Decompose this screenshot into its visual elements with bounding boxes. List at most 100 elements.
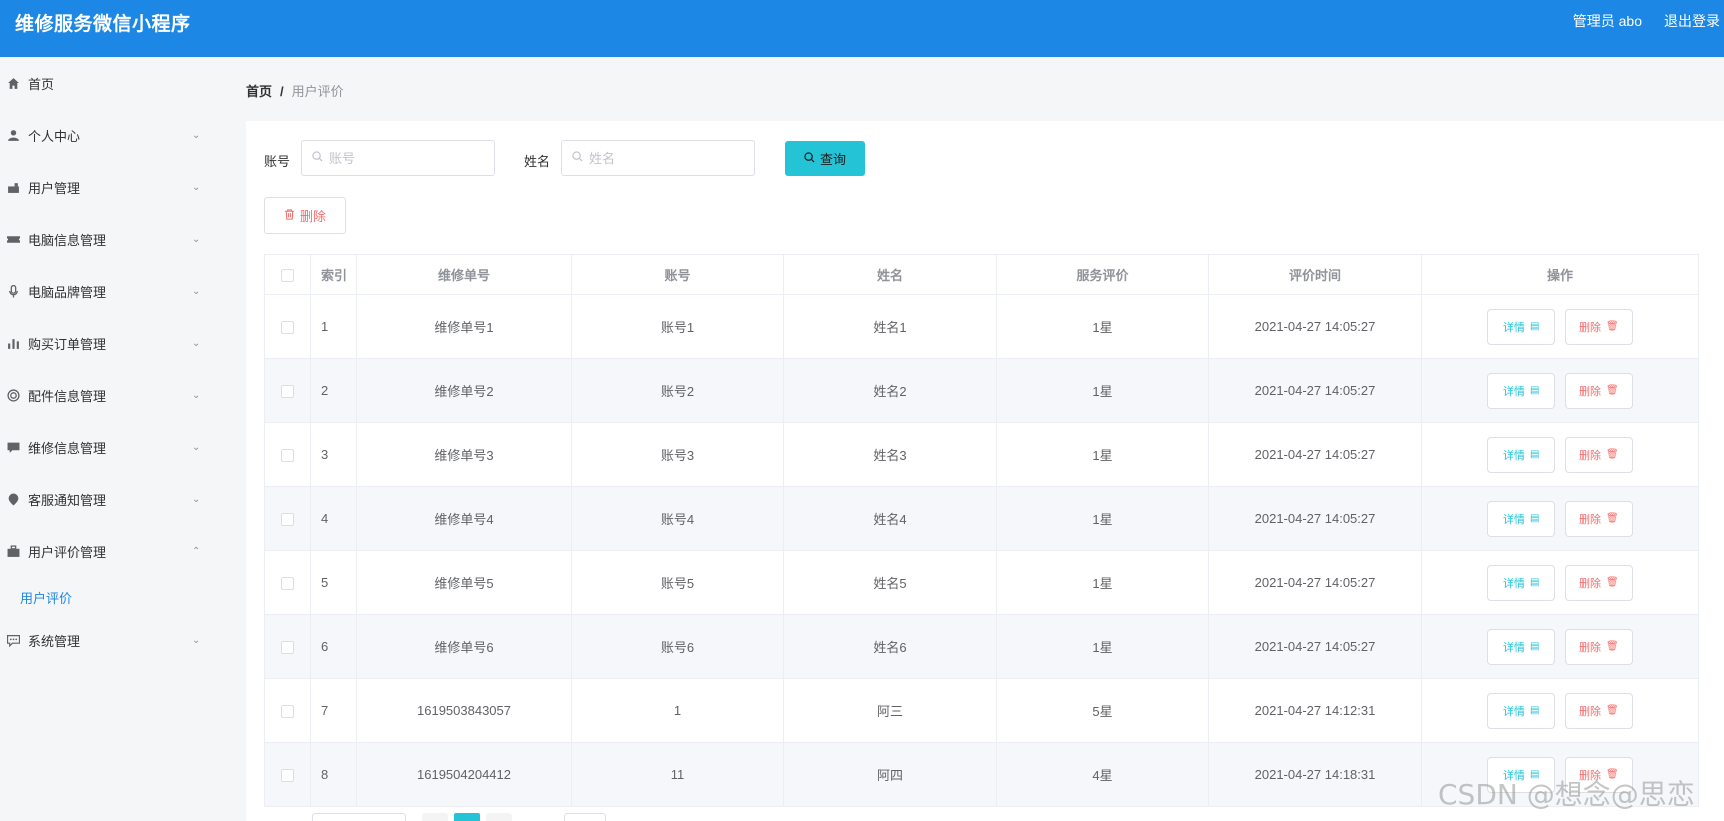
delete-button[interactable]: 删除 🗑 bbox=[1564, 308, 1633, 345]
row-checkbox[interactable] bbox=[281, 385, 294, 399]
chevron-down-icon: ⌄ bbox=[192, 129, 201, 141]
trash-icon: 🗑 bbox=[1605, 577, 1619, 588]
delete-button-label: 删除 bbox=[1578, 321, 1601, 334]
detail-button[interactable]: 详情 ▤ bbox=[1487, 692, 1556, 729]
chevron-down-icon: ⌄ bbox=[192, 233, 201, 245]
page-size-select[interactable] bbox=[312, 813, 406, 821]
sidebar-item-label: 电脑信息管理 bbox=[28, 232, 107, 248]
account-label: 账号 bbox=[264, 154, 291, 169]
target-icon bbox=[6, 388, 20, 402]
table-row: 2 维修单号2 账号2 姓名2 1星 2021-04-27 14:05:27 详… bbox=[264, 358, 1699, 423]
page-number-active[interactable] bbox=[454, 813, 480, 821]
sidebar-item-user-review-management[interactable]: 用户评价管理 ⌃ bbox=[0, 537, 230, 565]
delete-button[interactable]: 删除 🗑 bbox=[1564, 500, 1633, 537]
csdn-watermark: CSDN @想念@思恋 bbox=[1438, 778, 1695, 811]
cell-account: 11 bbox=[571, 742, 784, 807]
breadcrumb-separator: / bbox=[280, 84, 284, 99]
detail-button[interactable]: 详情 ▤ bbox=[1487, 372, 1556, 409]
ticket-icon bbox=[6, 232, 20, 246]
document-icon: ▤ bbox=[1529, 641, 1540, 652]
name-search-field[interactable] bbox=[561, 140, 755, 176]
detail-button-label: 详情 bbox=[1502, 641, 1525, 654]
sidebar-subitem-user-review[interactable]: 用户评价 bbox=[20, 588, 72, 607]
row-checkbox[interactable] bbox=[281, 641, 294, 655]
breadcrumb-current: 用户评价 bbox=[291, 84, 344, 99]
message-icon bbox=[6, 440, 20, 454]
table-header-row: 索引 维修单号 账号 姓名 服务评价 评价时间 操作 bbox=[264, 254, 1699, 295]
search-icon bbox=[804, 151, 815, 166]
delete-button-label: 删除 bbox=[1578, 641, 1601, 654]
top-header: 维修服务微信小程序 管理员 abo 退出登录 bbox=[0, 0, 1724, 57]
sidebar-item-computer-info[interactable]: 电脑信息管理 ⌄ bbox=[0, 225, 230, 253]
batch-delete-button[interactable]: 删除 bbox=[264, 197, 346, 234]
detail-button[interactable]: 详情 ▤ bbox=[1487, 628, 1556, 665]
cell-name: 姓名4 bbox=[783, 486, 997, 551]
delete-button[interactable]: 删除 🗑 bbox=[1564, 564, 1633, 601]
delete-button-label: 删除 bbox=[1578, 577, 1601, 590]
sidebar-item-user-management[interactable]: 用户管理 ⌄ bbox=[0, 173, 230, 201]
cell-rating: 1星 bbox=[996, 614, 1209, 679]
document-icon: ▤ bbox=[1529, 513, 1540, 524]
row-checkbox-cell bbox=[264, 678, 311, 743]
table-row: 5 维修单号5 账号5 姓名5 1星 2021-04-27 14:05:27 详… bbox=[264, 550, 1699, 615]
cell-time: 2021-04-27 14:05:27 bbox=[1208, 486, 1422, 551]
detail-button[interactable]: 详情 ▤ bbox=[1487, 308, 1556, 345]
cell-rating: 1星 bbox=[996, 422, 1209, 487]
row-checkbox[interactable] bbox=[281, 705, 294, 719]
cell-account: 账号2 bbox=[571, 358, 784, 423]
detail-button[interactable]: 详情 ▤ bbox=[1487, 500, 1556, 537]
chevron-down-icon: ⌄ bbox=[192, 441, 201, 453]
trash-icon: 🗑 bbox=[1605, 513, 1619, 524]
cell-rating: 1星 bbox=[996, 486, 1209, 551]
row-checkbox[interactable] bbox=[281, 769, 294, 783]
sidebar-item-purchase-orders[interactable]: 购买订单管理 ⌄ bbox=[0, 329, 230, 357]
delete-button[interactable]: 删除 🗑 bbox=[1564, 372, 1633, 409]
table-row: 4 维修单号4 账号4 姓名4 1星 2021-04-27 14:05:27 详… bbox=[264, 486, 1699, 551]
sidebar-item-personal-center[interactable]: 个人中心 ⌄ bbox=[0, 121, 230, 149]
column-header-rating: 服务评价 bbox=[996, 254, 1209, 295]
table-row: 7 1619503843057 1 阿三 5星 2021-04-27 14:12… bbox=[264, 678, 1699, 743]
row-checkbox-cell bbox=[264, 422, 311, 487]
trash-icon: 🗑 bbox=[1605, 449, 1619, 460]
batch-delete-label: 删除 bbox=[299, 209, 326, 224]
page-jump-input[interactable] bbox=[564, 813, 606, 821]
breadcrumb-home[interactable]: 首页 bbox=[246, 84, 272, 99]
delete-button[interactable]: 删除 🗑 bbox=[1564, 436, 1633, 473]
row-checkbox[interactable] bbox=[281, 449, 294, 463]
document-icon: ▤ bbox=[1529, 577, 1540, 588]
trash-icon bbox=[284, 208, 295, 223]
sidebar-item-repair-info[interactable]: 维修信息管理 ⌄ bbox=[0, 433, 230, 461]
cell-index: 1 bbox=[310, 294, 357, 359]
detail-button[interactable]: 详情 ▤ bbox=[1487, 564, 1556, 601]
cell-actions: 详情 ▤ 删除 🗑 bbox=[1421, 294, 1699, 359]
name-search-input[interactable] bbox=[589, 150, 749, 166]
delete-button-label: 删除 bbox=[1578, 513, 1601, 526]
row-checkbox[interactable] bbox=[281, 513, 294, 527]
account-search-input[interactable] bbox=[329, 150, 489, 166]
prev-page-button[interactable] bbox=[422, 813, 448, 821]
delete-button[interactable]: 删除 🗑 bbox=[1564, 628, 1633, 665]
sidebar-item-computer-brand[interactable]: 电脑品牌管理 ⌄ bbox=[0, 277, 230, 305]
detail-button[interactable]: 详情 ▤ bbox=[1487, 436, 1556, 473]
cell-actions: 详情 ▤ 删除 🗑 bbox=[1421, 422, 1699, 487]
account-search-field[interactable] bbox=[301, 140, 495, 176]
microphone-icon bbox=[6, 284, 20, 298]
row-checkbox[interactable] bbox=[281, 321, 294, 335]
chevron-down-icon: ⌄ bbox=[192, 285, 201, 297]
sidebar-item-parts-info[interactable]: 配件信息管理 ⌄ bbox=[0, 381, 230, 409]
sidebar-item-label: 用户评价管理 bbox=[28, 544, 107, 560]
sidebar-item-system-management[interactable]: 系统管理 ⌄ bbox=[0, 626, 230, 654]
sidebar-item-service-notices[interactable]: 客服通知管理 ⌄ bbox=[0, 485, 230, 513]
pin-icon bbox=[6, 492, 20, 506]
delete-button[interactable]: 删除 🗑 bbox=[1564, 692, 1633, 729]
query-button-label: 查询 bbox=[819, 152, 846, 167]
cell-order-no: 维修单号5 bbox=[356, 550, 572, 615]
sidebar-item-label: 维修信息管理 bbox=[28, 440, 107, 456]
select-all-checkbox[interactable] bbox=[281, 269, 294, 283]
query-button[interactable]: 查询 bbox=[785, 141, 865, 176]
sidebar-item-home[interactable]: 首页 bbox=[0, 69, 230, 97]
logout-link[interactable]: 退出登录 bbox=[1664, 11, 1720, 31]
row-checkbox[interactable] bbox=[281, 577, 294, 591]
cell-account: 账号6 bbox=[571, 614, 784, 679]
next-page-button[interactable] bbox=[486, 813, 512, 821]
